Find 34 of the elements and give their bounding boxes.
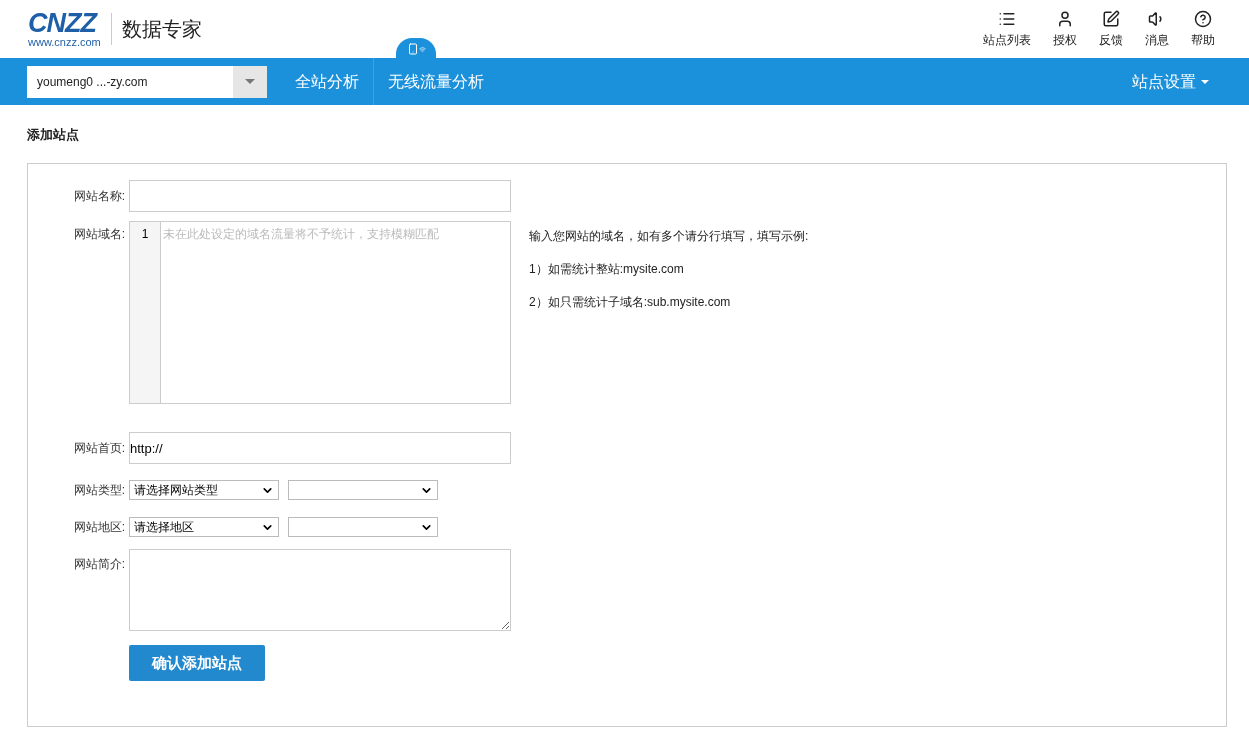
field-label: 网站地区: (73, 520, 125, 534)
field-label: 网站类型: (73, 483, 125, 497)
placeholder-text: 未在此处设定的域名流量将不予统计，支持模糊匹配 (163, 227, 439, 241)
dropdown[interactable] (288, 517, 438, 537)
edit-icon (1102, 9, 1120, 28)
submit-button[interactable]: 确认添加站点 (129, 645, 265, 681)
caret-icon (1201, 79, 1209, 84)
description-field[interactable] (129, 549, 511, 631)
help-text: 输入您网站的域名，如有多个请分行填写，填写示例: (529, 228, 809, 245)
field-label: 网站名称: (73, 189, 125, 203)
field-label: 网站首页: (73, 441, 125, 455)
line-number: 1 (141, 227, 149, 241)
toolbar-button[interactable]: 消息 (1145, 9, 1169, 49)
toolbar-button[interactable]: 站点列表 (983, 9, 1031, 49)
domain-editor[interactable]: 1 未在此处设定的域名流量将不予统计，支持模糊匹配 (129, 221, 511, 404)
text-field[interactable]: http:// (129, 432, 511, 464)
product-title: 数据专家 (121, 17, 202, 42)
toolbar-button[interactable]: 授权 (1053, 9, 1077, 49)
help-text: 2）如只需统计子域名:sub.mysite.com (529, 294, 732, 311)
toolbar-button[interactable]: 帮助 (1191, 9, 1215, 49)
dropdown[interactable] (288, 480, 438, 500)
text-field[interactable] (129, 180, 511, 212)
help-text: 1）如需统计整站:mysite.com (529, 261, 685, 278)
toolbar-button[interactable]: 反馈 (1099, 9, 1123, 49)
page-title: 添加站点 (27, 127, 79, 142)
dropdown[interactable]: 请选择地区 (129, 517, 279, 537)
help-icon (1194, 9, 1212, 28)
caret-icon (245, 79, 255, 84)
field-label: 网站域名: (73, 227, 125, 241)
site-selector[interactable]: youmeng0 ...-zy.com (27, 65, 267, 98)
field-label: 网站简介: (73, 557, 125, 571)
dropdown[interactable]: 请选择网站类型 (129, 480, 279, 500)
person-icon (1056, 9, 1074, 28)
logo[interactable]: CNZZ www.cnzz.com (28, 10, 101, 48)
